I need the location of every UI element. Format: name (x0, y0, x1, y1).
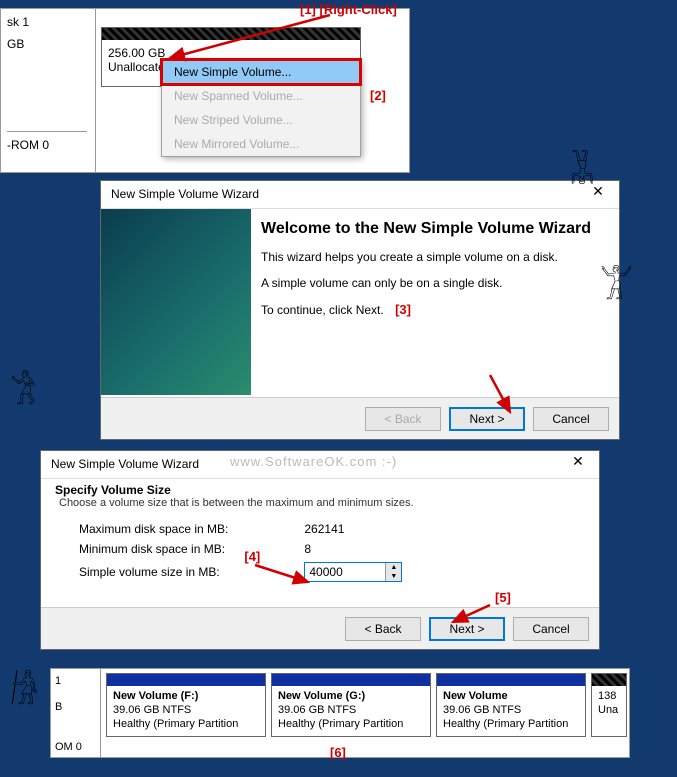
wizard2-buttons: < Back Next > Cancel (41, 607, 599, 649)
annotation-3: [3] (395, 302, 411, 317)
volume-status: Healthy (Primary Partition (278, 718, 403, 730)
disk-management-top: sk 1 GB -ROM 0 256.00 GB Unallocate New … (0, 8, 410, 173)
disk-list-left: 1 B OM 0 (51, 669, 101, 757)
volume-bar (592, 674, 626, 686)
volume-bar (272, 674, 430, 686)
max-value: 262141 (296, 519, 410, 539)
wizard1-title: New Simple Volume Wizard (111, 187, 259, 201)
cdrom-label: OM 0 (55, 741, 82, 753)
volume-tail-label: Una (598, 704, 618, 716)
wizard1-p2: A simple volume can only be on a single … (261, 276, 609, 290)
close-icon[interactable]: ✕ (583, 183, 613, 205)
wizard2-title: New Simple Volume Wizard (51, 457, 199, 471)
menu-item-new-simple-volume[interactable]: New Simple Volume... (162, 60, 360, 84)
disk-size: GB (7, 37, 89, 51)
close-icon[interactable]: ✕ (563, 453, 593, 475)
wizard2-body: Maximum disk space in MB: 262141 Minimum… (41, 509, 599, 595)
volume-f[interactable]: New Volume (F:) 39.06 GB NTFS Healthy (P… (106, 673, 266, 737)
context-menu: New Simple Volume... New Spanned Volume.… (161, 59, 361, 157)
cdrom-label: -ROM 0 (7, 131, 87, 152)
volume-name: New Volume (G:) (278, 690, 365, 702)
volume-info: 39.06 GB NTFS (443, 704, 521, 716)
disk-management-result: 1 B OM 0 New Volume (F:) 39.06 GB NTFS H… (50, 668, 630, 758)
back-button: < Back (365, 407, 441, 431)
size-input[interactable] (305, 563, 385, 581)
partition-stripe (102, 28, 360, 40)
size-spinner[interactable]: ▲ ▼ (304, 562, 402, 582)
menu-item-new-spanned-volume[interactable]: New Spanned Volume... (162, 84, 360, 108)
spinner-arrows[interactable]: ▲ ▼ (385, 563, 401, 581)
disk-label: sk 1 (7, 15, 89, 29)
cancel-button[interactable]: Cancel (533, 407, 609, 431)
volume-name: New Volume (443, 690, 508, 702)
wizard-size: New Simple Volume Wizard ✕ Specify Volum… (40, 450, 600, 650)
volume-g[interactable]: New Volume (G:) 39.06 GB NTFS Healthy (P… (271, 673, 431, 737)
stickman-icon: 𓀟 (10, 360, 37, 416)
volume-name: New Volume (F:) (113, 690, 198, 702)
disk-list-left: sk 1 GB -ROM 0 (1, 9, 96, 172)
wizard1-body: Welcome to the New Simple Volume Wizard … (261, 216, 609, 395)
wizard2-heading: Specify Volume Size (41, 479, 599, 497)
wizard1-titlebar: New Simple Volume Wizard ✕ (101, 181, 619, 209)
cancel-button[interactable]: Cancel (513, 617, 589, 641)
menu-item-new-striped-volume[interactable]: New Striped Volume... (162, 108, 360, 132)
wizard1-graphic (101, 209, 251, 395)
next-button[interactable]: Next > (449, 407, 525, 431)
wizard1-p1: This wizard helps you create a simple vo… (261, 250, 609, 264)
wizard1-p3: To continue, click Next. (261, 303, 384, 317)
wizard1-heading: Welcome to the New Simple Volume Wizard (261, 220, 609, 238)
volume-tail-size: 138 (598, 690, 616, 702)
volume-tail[interactable]: 138 Una (591, 673, 627, 737)
volume-bar (437, 674, 585, 686)
disk-unit: B (55, 701, 96, 713)
wizard2-titlebar: New Simple Volume Wizard ✕ (41, 451, 599, 479)
min-value: 8 (296, 539, 410, 559)
back-button[interactable]: < Back (345, 617, 421, 641)
wizard2-sub: Choose a volume size that is between the… (41, 497, 599, 509)
wizard1-buttons: < Back Next > Cancel (101, 397, 619, 439)
spinner-down-icon[interactable]: ▼ (386, 572, 401, 581)
next-button[interactable]: Next > (429, 617, 505, 641)
max-label: Maximum disk space in MB: (71, 519, 236, 539)
volume-new[interactable]: New Volume 39.06 GB NTFS Healthy (Primar… (436, 673, 586, 737)
wizard-welcome: New Simple Volume Wizard ✕ Welcome to th… (100, 180, 620, 440)
volume-bar (107, 674, 265, 686)
volume-status: Healthy (Primary Partition (443, 718, 568, 730)
min-label: Minimum disk space in MB: (71, 539, 236, 559)
volume-info: 39.06 GB NTFS (278, 704, 356, 716)
volume-info: 39.06 GB NTFS (113, 704, 191, 716)
volume-status: Healthy (Primary Partition (113, 718, 238, 730)
stickman-icon: 𓀙 (10, 660, 39, 716)
spinner-up-icon[interactable]: ▲ (386, 563, 401, 572)
size-label: Simple volume size in MB: (71, 559, 236, 585)
menu-item-new-mirrored-volume[interactable]: New Mirrored Volume... (162, 132, 360, 156)
unalloc-size: 256.00 GB (108, 46, 354, 60)
disk-idx: 1 (55, 675, 96, 687)
